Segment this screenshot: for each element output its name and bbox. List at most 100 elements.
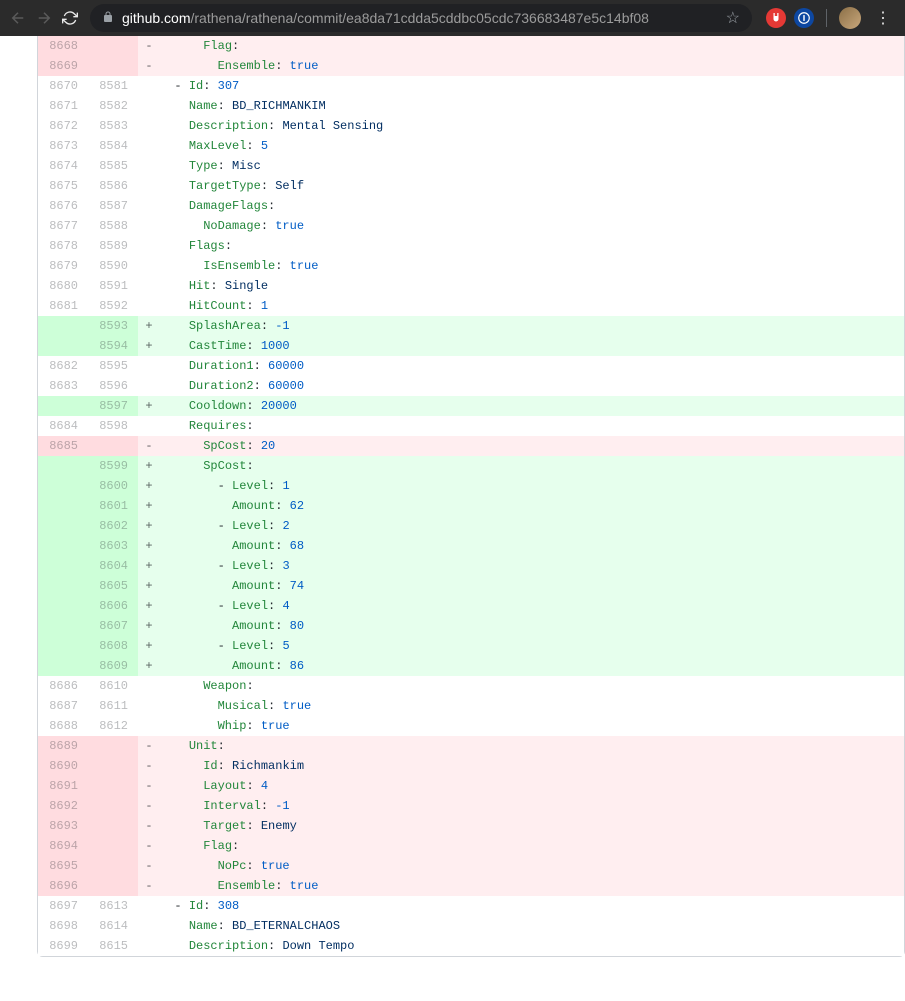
code-line[interactable]: Flag: bbox=[160, 36, 904, 56]
address-bar[interactable]: github.com/rathena/rathena/commit/ea8da7… bbox=[90, 4, 752, 32]
back-button[interactable] bbox=[8, 8, 28, 28]
old-line-number[interactable] bbox=[38, 336, 88, 356]
code-line[interactable]: Requires: bbox=[160, 416, 904, 436]
code-line[interactable]: - Id: 307 bbox=[160, 76, 904, 96]
code-line[interactable]: SpCost: bbox=[160, 456, 904, 476]
new-line-number[interactable]: 8592 bbox=[88, 296, 138, 316]
code-line[interactable]: TargetType: Self bbox=[160, 176, 904, 196]
old-line-number[interactable]: 8687 bbox=[38, 696, 88, 716]
code-line[interactable]: Amount: 68 bbox=[160, 536, 904, 556]
code-line[interactable]: Description: Mental Sensing bbox=[160, 116, 904, 136]
code-line[interactable]: Ensemble: true bbox=[160, 876, 904, 896]
code-line[interactable]: Flags: bbox=[160, 236, 904, 256]
code-line[interactable]: - Level: 2 bbox=[160, 516, 904, 536]
code-line[interactable]: Amount: 80 bbox=[160, 616, 904, 636]
new-line-number[interactable]: 8604 bbox=[88, 556, 138, 576]
old-line-number[interactable] bbox=[38, 516, 88, 536]
code-line[interactable]: Musical: true bbox=[160, 696, 904, 716]
new-line-number[interactable]: 8586 bbox=[88, 176, 138, 196]
old-line-number[interactable]: 8676 bbox=[38, 196, 88, 216]
old-line-number[interactable]: 8695 bbox=[38, 856, 88, 876]
new-line-number[interactable] bbox=[88, 776, 138, 796]
code-line[interactable]: DamageFlags: bbox=[160, 196, 904, 216]
old-line-number[interactable]: 8674 bbox=[38, 156, 88, 176]
code-line[interactable]: NoPc: true bbox=[160, 856, 904, 876]
new-line-number[interactable]: 8584 bbox=[88, 136, 138, 156]
code-line[interactable]: SpCost: 20 bbox=[160, 436, 904, 456]
new-line-number[interactable] bbox=[88, 836, 138, 856]
old-line-number[interactable]: 8684 bbox=[38, 416, 88, 436]
old-line-number[interactable]: 8672 bbox=[38, 116, 88, 136]
code-line[interactable]: Ensemble: true bbox=[160, 56, 904, 76]
old-line-number[interactable]: 8679 bbox=[38, 256, 88, 276]
new-line-number[interactable]: 8593 bbox=[88, 316, 138, 336]
old-line-number[interactable]: 8670 bbox=[38, 76, 88, 96]
new-line-number[interactable]: 8612 bbox=[88, 716, 138, 736]
new-line-number[interactable]: 8587 bbox=[88, 196, 138, 216]
new-line-number[interactable] bbox=[88, 436, 138, 456]
new-line-number[interactable]: 8606 bbox=[88, 596, 138, 616]
old-line-number[interactable]: 8686 bbox=[38, 676, 88, 696]
code-line[interactable]: Description: Down Tempo bbox=[160, 936, 904, 956]
code-line[interactable]: Weapon: bbox=[160, 676, 904, 696]
old-line-number[interactable]: 8680 bbox=[38, 276, 88, 296]
new-line-number[interactable] bbox=[88, 36, 138, 56]
new-line-number[interactable]: 8598 bbox=[88, 416, 138, 436]
code-line[interactable]: - Level: 3 bbox=[160, 556, 904, 576]
new-line-number[interactable]: 8603 bbox=[88, 536, 138, 556]
old-line-number[interactable]: 8699 bbox=[38, 936, 88, 956]
code-line[interactable]: Amount: 86 bbox=[160, 656, 904, 676]
old-line-number[interactable]: 8697 bbox=[38, 896, 88, 916]
old-line-number[interactable]: 8698 bbox=[38, 916, 88, 936]
new-line-number[interactable]: 8591 bbox=[88, 276, 138, 296]
onepassword-icon[interactable] bbox=[794, 8, 814, 28]
code-line[interactable]: HitCount: 1 bbox=[160, 296, 904, 316]
new-line-number[interactable] bbox=[88, 756, 138, 776]
new-line-number[interactable]: 8601 bbox=[88, 496, 138, 516]
old-line-number[interactable]: 8692 bbox=[38, 796, 88, 816]
code-line[interactable]: Amount: 74 bbox=[160, 576, 904, 596]
code-line[interactable]: - Level: 5 bbox=[160, 636, 904, 656]
old-line-number[interactable]: 8668 bbox=[38, 36, 88, 56]
old-line-number[interactable]: 8694 bbox=[38, 836, 88, 856]
new-line-number[interactable]: 8605 bbox=[88, 576, 138, 596]
new-line-number[interactable] bbox=[88, 56, 138, 76]
reload-button[interactable] bbox=[60, 8, 80, 28]
old-line-number[interactable] bbox=[38, 656, 88, 676]
code-line[interactable]: IsEnsemble: true bbox=[160, 256, 904, 276]
code-line[interactable]: Unit: bbox=[160, 736, 904, 756]
old-line-number[interactable]: 8671 bbox=[38, 96, 88, 116]
new-line-number[interactable]: 8615 bbox=[88, 936, 138, 956]
new-line-number[interactable]: 8588 bbox=[88, 216, 138, 236]
new-line-number[interactable]: 8600 bbox=[88, 476, 138, 496]
code-line[interactable]: Target: Enemy bbox=[160, 816, 904, 836]
code-line[interactable]: Type: Misc bbox=[160, 156, 904, 176]
code-line[interactable]: Layout: 4 bbox=[160, 776, 904, 796]
code-line[interactable]: Duration1: 60000 bbox=[160, 356, 904, 376]
new-line-number[interactable] bbox=[88, 876, 138, 896]
old-line-number[interactable]: 8678 bbox=[38, 236, 88, 256]
code-line[interactable]: - Level: 4 bbox=[160, 596, 904, 616]
new-line-number[interactable]: 8596 bbox=[88, 376, 138, 396]
new-line-number[interactable]: 8599 bbox=[88, 456, 138, 476]
code-line[interactable]: Hit: Single bbox=[160, 276, 904, 296]
code-line[interactable]: CastTime: 1000 bbox=[160, 336, 904, 356]
code-line[interactable]: Flag: bbox=[160, 836, 904, 856]
old-line-number[interactable] bbox=[38, 476, 88, 496]
new-line-number[interactable] bbox=[88, 816, 138, 836]
new-line-number[interactable]: 8611 bbox=[88, 696, 138, 716]
old-line-number[interactable]: 8673 bbox=[38, 136, 88, 156]
code-line[interactable]: Name: BD_RICHMANKIM bbox=[160, 96, 904, 116]
old-line-number[interactable]: 8696 bbox=[38, 876, 88, 896]
new-line-number[interactable]: 8595 bbox=[88, 356, 138, 376]
old-line-number[interactable] bbox=[38, 596, 88, 616]
code-line[interactable]: MaxLevel: 5 bbox=[160, 136, 904, 156]
new-line-number[interactable]: 8581 bbox=[88, 76, 138, 96]
code-line[interactable]: Interval: -1 bbox=[160, 796, 904, 816]
old-line-number[interactable]: 8690 bbox=[38, 756, 88, 776]
old-line-number[interactable] bbox=[38, 536, 88, 556]
old-line-number[interactable] bbox=[38, 456, 88, 476]
new-line-number[interactable]: 8594 bbox=[88, 336, 138, 356]
new-line-number[interactable]: 8583 bbox=[88, 116, 138, 136]
old-line-number[interactable]: 8683 bbox=[38, 376, 88, 396]
